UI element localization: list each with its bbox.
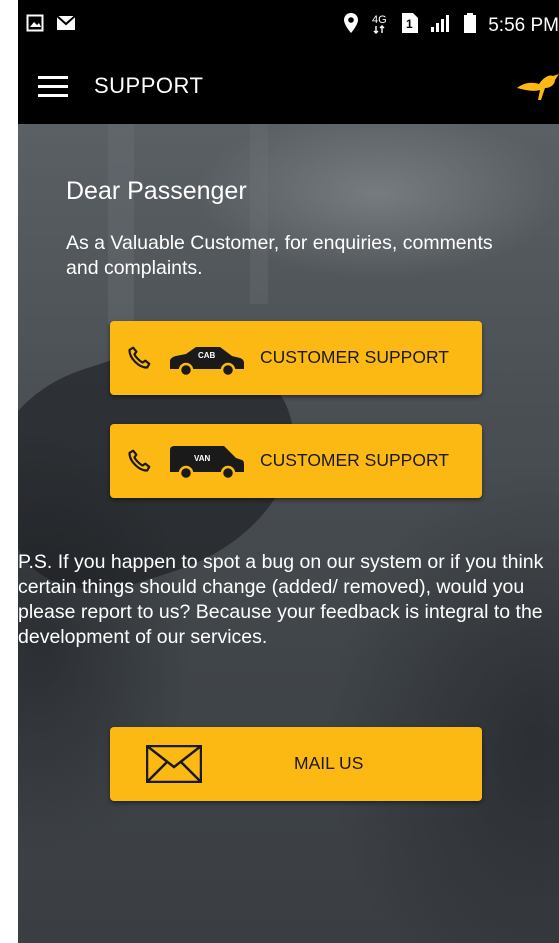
van-icon: VAN [166, 442, 246, 485]
cab-icon: CAB [166, 339, 246, 382]
network-type-label: 4G [372, 14, 387, 26]
page-title: SUPPORT [94, 73, 204, 98]
phone-icon [126, 448, 152, 479]
image-icon [26, 14, 44, 37]
device-screen: 4G 1 5:56 PM SUPPORT Dear Passenger As a… [18, 0, 559, 943]
sim-icon: 1 [402, 13, 419, 38]
cab-customer-support-button[interactable]: CAB CUSTOMER SUPPORT [110, 321, 482, 395]
clock: 5:56 PM [488, 14, 559, 36]
phone-icon [126, 345, 152, 376]
network-4g-icon: 4G [370, 12, 390, 39]
battery-icon [464, 13, 477, 38]
signal-icon [430, 14, 452, 37]
kangaroo-logo-icon [515, 70, 559, 107]
location-pin-icon [344, 13, 359, 38]
mail-us-button[interactable]: MAIL US [110, 727, 482, 801]
cab-text: CAB [198, 351, 216, 360]
envelope-icon [145, 744, 203, 788]
intro-text: As a Valuable Customer, for enquiries, c… [66, 232, 493, 279]
feedback-text: P.S. If you happen to spot a bug on our … [18, 551, 544, 648]
app-bar: SUPPORT [18, 50, 559, 124]
mail-us-label: MAIL US [294, 753, 364, 773]
sim-slot-label: 1 [406, 17, 413, 31]
mail-icon [56, 15, 76, 36]
van-customer-support-button[interactable]: VAN CUSTOMER SUPPORT [110, 424, 482, 498]
status-bar: 4G 1 5:56 PM [18, 0, 559, 50]
support-content: Dear Passenger As a Valuable Customer, f… [18, 124, 559, 943]
cab-support-label: CUSTOMER SUPPORT [260, 347, 449, 367]
van-support-label: CUSTOMER SUPPORT [260, 450, 449, 470]
greeting-heading: Dear Passenger [66, 177, 247, 205]
van-text: VAN [194, 454, 211, 463]
background-photo [108, 124, 134, 324]
menu-icon[interactable] [38, 76, 68, 98]
